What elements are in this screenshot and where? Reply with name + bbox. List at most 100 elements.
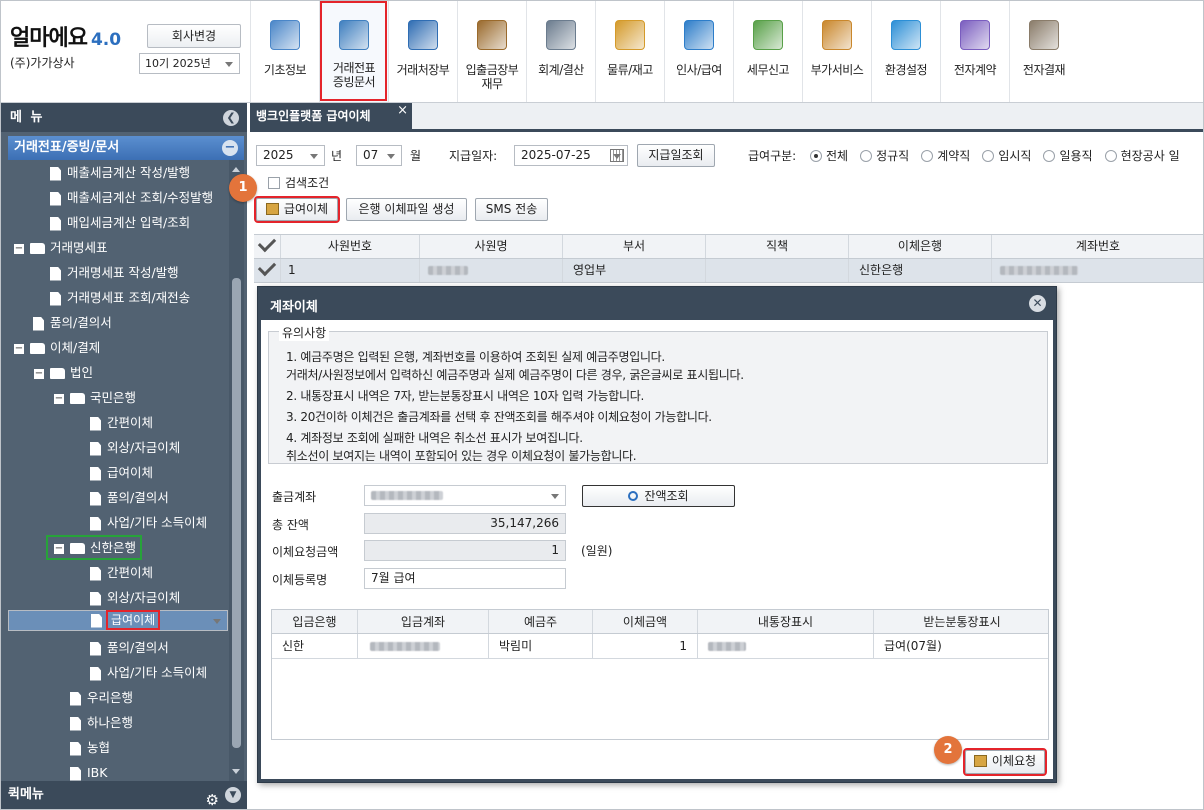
dialog-title: 계좌이체 bbox=[270, 300, 318, 315]
sms-send-button[interactable]: SMS 전송 bbox=[475, 198, 548, 221]
module-tax-report[interactable]: 세무신고 bbox=[733, 0, 802, 102]
collapse-node-icon[interactable]: − bbox=[34, 368, 44, 379]
sidebar-item[interactable]: − 거래명세표 bbox=[14, 235, 108, 260]
sidebar-item[interactable]: 급여이체 bbox=[8, 610, 228, 631]
module-label: 기초정보 bbox=[263, 63, 307, 77]
sidebar-item[interactable]: 매출세금계산 작성/발행 bbox=[50, 160, 190, 185]
collapse-group-icon[interactable]: − bbox=[222, 140, 238, 156]
document-icon bbox=[70, 691, 81, 706]
pay-date-lookup-button[interactable]: 지급일조회 bbox=[637, 144, 715, 167]
sidebar-item[interactable]: 간편이체 bbox=[90, 410, 153, 435]
module-accounting[interactable]: 회계/결산 bbox=[526, 0, 595, 102]
pay-date-field[interactable]: 2025-07-25 bbox=[514, 145, 628, 166]
module-logistics[interactable]: 물류/재고 bbox=[595, 0, 664, 102]
sidebar-item[interactable]: 외상/자금이체 bbox=[90, 585, 180, 610]
pay-type-radio[interactable]: 임시직 bbox=[982, 149, 1031, 163]
collapse-node-icon[interactable]: − bbox=[54, 543, 64, 554]
pay-type-radio[interactable]: 현장공사 일 bbox=[1104, 149, 1180, 163]
sidebar-item-label: 신한은행 bbox=[90, 540, 137, 555]
fiscal-period-select[interactable]: 10기 2025년 bbox=[139, 53, 240, 74]
sidebar-item[interactable]: − 국민은행 bbox=[54, 385, 136, 410]
menu-group-label: 거래전표/증빙/문서 bbox=[14, 140, 120, 155]
sidebar-scrollbar[interactable] bbox=[229, 160, 244, 781]
module-money-bag[interactable]: 입출금장부 재무 bbox=[457, 0, 526, 102]
salary-transfer-button[interactable]: 급여이체 bbox=[254, 196, 340, 223]
module-e-contract-pen[interactable]: 전자계약 bbox=[940, 0, 1009, 102]
balance-inquiry-button[interactable]: 잔액조회 bbox=[582, 485, 735, 507]
module-bank-building[interactable]: 부가서비스 bbox=[802, 0, 871, 102]
close-tab-icon[interactable]: × bbox=[397, 98, 408, 124]
gear-icon[interactable]: ⚙ bbox=[206, 786, 219, 810]
document-icon bbox=[50, 266, 61, 281]
module-voucher-document[interactable]: 거래전표 증빙문서 bbox=[319, 0, 388, 102]
scroll-thumb[interactable] bbox=[232, 278, 241, 748]
sidebar-item[interactable]: 우리은행 bbox=[70, 685, 133, 710]
sidebar-item[interactable]: 사업/기타 소득이체 bbox=[90, 510, 207, 535]
module-hr-person[interactable]: 인사/급여 bbox=[664, 0, 733, 102]
sidebar-item[interactable]: − 신한은행 bbox=[46, 535, 143, 560]
collapse-node-icon[interactable]: − bbox=[14, 243, 24, 254]
sidebar-item[interactable]: 외상/자금이체 bbox=[90, 435, 180, 460]
sidebar-item[interactable]: 하나은행 bbox=[70, 710, 133, 735]
module-label: 부가서비스 bbox=[810, 63, 864, 77]
chevron-down-icon[interactable]: ▼ bbox=[225, 787, 241, 803]
table-row[interactable]: 신한 박림미 1 급여(07월) bbox=[272, 634, 1048, 659]
module-ledger-book[interactable]: 거래처장부 bbox=[388, 0, 457, 102]
sidebar-item[interactable]: 품의/결의서 bbox=[33, 310, 112, 335]
transfer-memo-input[interactable]: 7월 급여 bbox=[364, 568, 566, 589]
row-checkbox[interactable] bbox=[254, 257, 281, 282]
collapse-node-icon[interactable]: − bbox=[14, 343, 24, 354]
transfer-icon bbox=[973, 755, 987, 767]
sidebar-item[interactable]: 품의/결의서 bbox=[90, 485, 169, 510]
scroll-up-icon[interactable] bbox=[232, 163, 240, 172]
cell-recipient-memo[interactable]: 급여(07월) bbox=[874, 634, 1050, 658]
calendar-icon[interactable] bbox=[610, 149, 624, 162]
sidebar-item[interactable]: 간편이체 bbox=[90, 560, 153, 585]
sidebar-item[interactable]: 거래명세표 작성/발행 bbox=[50, 260, 179, 285]
cell-emp-no: 1 bbox=[281, 259, 420, 282]
close-icon[interactable]: ✕ bbox=[1029, 295, 1046, 312]
bank-file-button[interactable]: 은행 이체파일 생성 bbox=[346, 198, 467, 221]
change-company-button[interactable]: 회사변경 bbox=[147, 24, 241, 48]
document-icon bbox=[90, 516, 101, 531]
pay-type-radio[interactable]: 정규직 bbox=[860, 149, 909, 163]
sidebar-item[interactable]: 거래명세표 조회/재전송 bbox=[50, 285, 190, 310]
pay-type-radio[interactable]: 계약직 bbox=[921, 149, 970, 163]
sidebar-item-label: 사업/기타 소득이체 bbox=[107, 665, 208, 680]
year-select[interactable]: 2025 bbox=[256, 145, 325, 166]
sidebar-item-label: 급여이체 bbox=[105, 610, 161, 630]
sidebar-item[interactable]: − 법인 bbox=[34, 360, 93, 385]
transfer-request-button[interactable]: 이체요청 bbox=[963, 748, 1047, 776]
menu-group-voucher[interactable]: 거래전표/증빙/문서 − bbox=[8, 136, 244, 160]
table-row[interactable]: 1 영업부 신한은행 bbox=[254, 257, 1204, 283]
sidebar-item[interactable]: 급여이체 bbox=[90, 460, 153, 485]
cell-amount: 1 bbox=[593, 634, 698, 658]
month-select[interactable]: 07 bbox=[356, 145, 402, 166]
tab-bank-salary-transfer[interactable]: 뱅크인플랫폼 급여이체 × bbox=[250, 103, 412, 129]
scroll-down-icon[interactable] bbox=[232, 769, 240, 778]
collapse-node-icon[interactable]: − bbox=[54, 393, 64, 404]
sidebar-item[interactable]: 사업/기타 소득이체 bbox=[90, 660, 207, 685]
module-e-approval[interactable]: 전자결재 bbox=[1009, 0, 1078, 102]
pay-type-radio[interactable]: 일용직 bbox=[1043, 149, 1093, 163]
document-icon bbox=[50, 191, 61, 206]
sidebar-item[interactable]: IBK bbox=[70, 760, 107, 781]
collapse-sidebar-icon[interactable]: ❮ bbox=[223, 110, 239, 126]
withdraw-account-select[interactable] bbox=[364, 485, 566, 506]
account-transfer-dialog: 계좌이체 ✕ 유의사항 1. 예금주명은 입력된 은행, 계좌번호를 이용하여 … bbox=[257, 286, 1057, 783]
pay-type-radio[interactable]: 전체 bbox=[810, 149, 848, 163]
sidebar-item[interactable]: − 이체/결제 bbox=[14, 335, 100, 360]
quick-menu-bar: 퀵메뉴 ⚙ ▼ bbox=[0, 781, 247, 809]
sidebar-item[interactable]: 매출세금계산 조회/수정발행 bbox=[50, 185, 213, 210]
sidebar-item[interactable]: 농협 bbox=[70, 735, 110, 760]
module-settings-gear[interactable]: 환경설정 bbox=[871, 0, 940, 102]
sidebar-item[interactable]: 매입세금계산 입력/조회 bbox=[50, 210, 190, 235]
radio-icon bbox=[810, 150, 822, 162]
document-icon bbox=[90, 591, 101, 606]
sidebar-item-label: 간편이체 bbox=[107, 415, 154, 430]
select-all-checkbox[interactable] bbox=[254, 233, 281, 258]
search-condition-checkbox[interactable] bbox=[268, 177, 280, 189]
cell-deposit-bank: 신한 bbox=[272, 634, 358, 658]
sidebar-item[interactable]: 품의/결의서 bbox=[90, 635, 169, 660]
module-basic-info[interactable]: 기초정보 bbox=[250, 0, 319, 102]
